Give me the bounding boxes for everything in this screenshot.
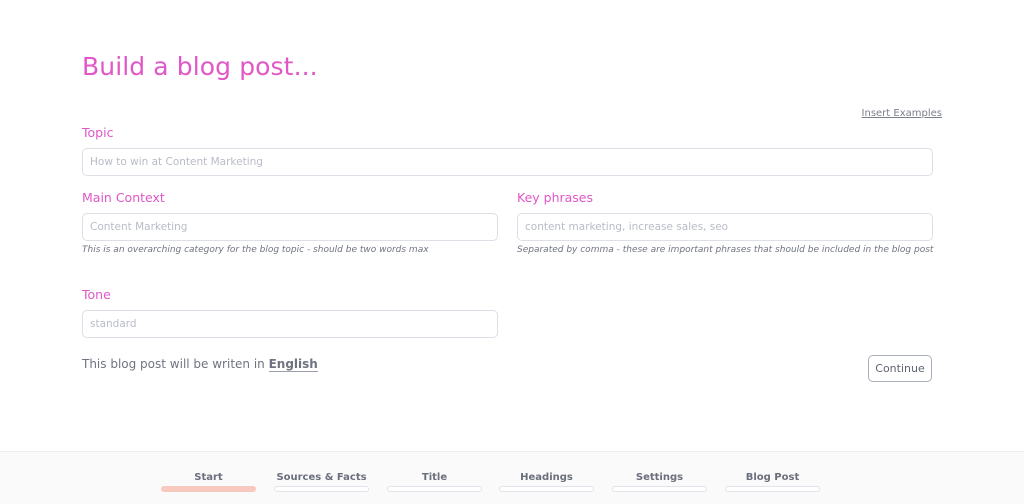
language-prefix: This blog post will be writen in [82,357,265,371]
step-title[interactable]: Title [387,471,482,492]
step-settings[interactable]: Settings [612,471,707,492]
step-start[interactable]: Start [161,471,256,492]
key-phrases-label: Key phrases [517,190,594,205]
main-context-input[interactable] [82,213,498,241]
step-label: Sources & Facts [276,472,367,483]
topic-label: Topic [82,125,114,140]
blog-builder-page: Build a blog post... Insert Examples Top… [0,0,1024,504]
tone-input[interactable] [82,310,498,338]
tone-label: Tone [82,287,111,302]
step-progress-bar [499,486,594,492]
topic-input[interactable] [82,148,933,176]
step-progress-bar [612,486,707,492]
progress-stepper: Start Sources & Facts Title Headings Set… [0,451,1024,504]
language-selector[interactable]: English [268,357,318,372]
key-phrases-input[interactable] [517,213,933,241]
step-label: Settings [635,472,684,483]
step-headings[interactable]: Headings [499,471,594,492]
language-sentence: This blog post will be writen in English [82,357,318,372]
main-context-hint: This is an overarching category for the … [82,245,429,255]
step-label: Headings [520,472,573,483]
step-progress-bar [725,486,820,492]
step-label: Start [194,472,223,483]
main-context-label: Main Context [82,190,165,205]
insert-examples-link[interactable]: Insert Examples [862,108,942,119]
step-label: Title [421,472,448,483]
key-phrases-hint: Separated by comma - these are important… [517,245,934,255]
page-title: Build a blog post... [82,52,318,81]
step-progress-bar [274,486,369,492]
step-sources-facts[interactable]: Sources & Facts [274,471,369,492]
step-blog-post[interactable]: Blog Post [725,471,820,492]
step-label: Blog Post [745,472,800,483]
step-progress-bar [161,486,256,492]
step-progress-bar [387,486,482,492]
continue-button[interactable]: Continue [868,355,932,382]
